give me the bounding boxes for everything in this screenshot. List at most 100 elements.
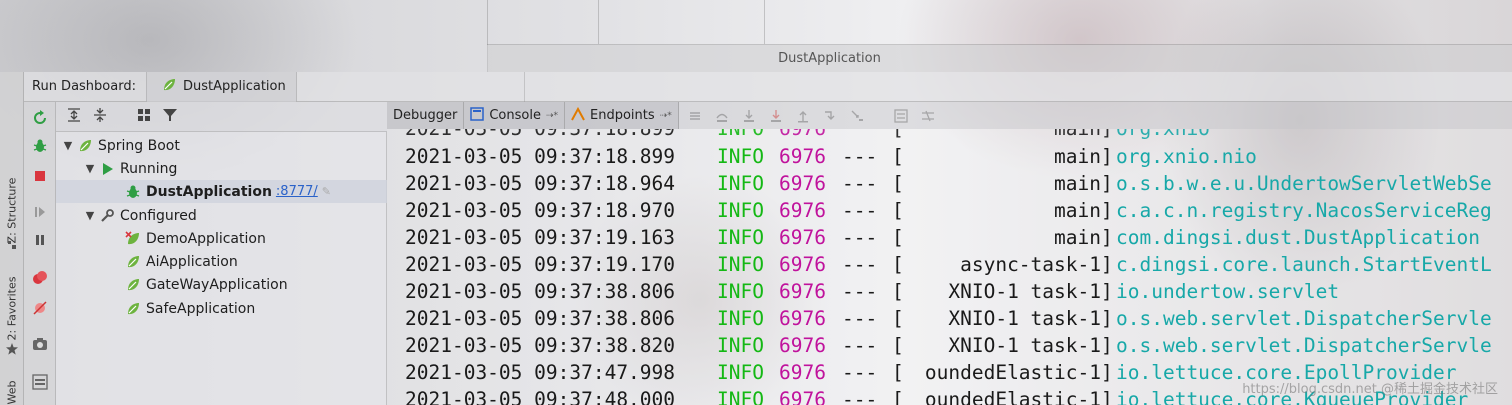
tree-node-safe-application[interactable]: SafeApplication (56, 297, 387, 320)
run-to-cursor-icon[interactable] (849, 108, 865, 124)
log-time: 2021-03-05 09:37:47.998 (405, 361, 676, 384)
log-time: 2021-03-05 09:37:38.806 (405, 307, 676, 330)
log-pid: 6976 (779, 253, 826, 276)
force-step-into-icon[interactable] (768, 108, 784, 124)
tab-favorites[interactable]: 2: Favorites (0, 268, 24, 348)
log-level: INFO (717, 334, 764, 357)
expand-all-icon[interactable] (66, 107, 82, 127)
tab-web[interactable]: Web (0, 372, 24, 405)
tree-node-configured[interactable]: ▼ Configured (56, 204, 387, 227)
step-into-icon[interactable] (741, 108, 757, 124)
rerun-icon[interactable] (30, 108, 50, 128)
log-bracket-open: [ (892, 307, 904, 330)
log-time: 2021-03-05 09:37:38.806 (405, 280, 676, 303)
pause-icon[interactable] (30, 230, 50, 250)
console-output[interactable]: 2021-03-05 09:37:18.899 INFO 6976 [ main… (387, 129, 1512, 405)
log-logger: io.undertow.servlet (1116, 280, 1340, 303)
collapse-all-icon[interactable] (92, 107, 108, 127)
log-bracket-open: [ (892, 334, 904, 357)
pin-icon[interactable]: ⇢* (546, 111, 558, 121)
watermark: https://blog.csdn.net @稀土掘金技术社区 (1242, 382, 1498, 397)
log-logger: org.xnio (1116, 129, 1210, 142)
log-time: 2021-03-05 09:37:48.000 (405, 388, 676, 405)
log-bracket-close: ] (1101, 388, 1113, 405)
structure-icon (0, 238, 24, 252)
log-pid: 6976 (779, 307, 826, 330)
tree-node-label: Running (120, 160, 178, 177)
tab-endpoints[interactable]: Endpoints ⇢* (565, 102, 679, 129)
log-pid: 6976 (779, 334, 826, 357)
tab-structure-label: Z: Structure (5, 177, 19, 243)
log-level: INFO (717, 361, 764, 384)
log-pid: 6976 (779, 172, 826, 195)
console-icon (470, 106, 485, 125)
log-thread: async-task-1 (960, 253, 1101, 276)
debug-icon[interactable] (30, 136, 50, 156)
log-separator: --- (842, 280, 878, 303)
log-time: 2021-03-05 09:37:18.899 (405, 145, 676, 168)
log-logger: c.a.c.n.registry.NacosServiceReg (1116, 199, 1492, 222)
console-tab-bar: Debugger Console ⇢* Endpoints ⇢* (387, 102, 1512, 129)
log-logger: o.s.web.servlet.DispatcherServle (1116, 334, 1492, 357)
tab-debugger-label: Debugger (393, 108, 458, 123)
tree-node-label: DustApplication (146, 183, 272, 200)
tree-node-running[interactable]: ▼ Running (56, 157, 387, 180)
layout-icon[interactable] (30, 372, 50, 392)
run-dashboard-tab[interactable]: DustApplication (145, 71, 297, 102)
spring-app-icon (124, 300, 142, 318)
tree-node-label: SafeApplication (146, 300, 256, 317)
log-bracket-open: [ (892, 226, 904, 249)
log-level: INFO (717, 307, 764, 330)
tree-node-gateway-application[interactable]: GateWayApplication (56, 273, 387, 296)
log-level: INFO (717, 388, 764, 405)
chevron-down-icon[interactable]: ▼ (82, 209, 98, 222)
log-pid: 6976 (779, 361, 826, 384)
log-level: INFO (717, 280, 764, 303)
log-bracket-close: ] (1101, 334, 1113, 357)
tree-node-dust-application[interactable]: DustApplication :8777/ ✎ (56, 180, 387, 203)
log-bracket-open: [ (892, 172, 904, 195)
log-bracket-close: ] (1101, 361, 1113, 384)
tree-node-demo-application[interactable]: DemoApplication (56, 227, 387, 250)
star-icon (0, 342, 24, 356)
log-bracket-open: [ (892, 129, 904, 142)
log-separator: --- (842, 253, 878, 276)
tree-node-spring-boot[interactable]: ▼ Spring Boot (56, 134, 387, 157)
log-separator: --- (842, 361, 878, 384)
step-over-icon[interactable] (714, 108, 730, 124)
log-logger: o.s.b.w.e.u.UndertowServletWebSe (1116, 172, 1492, 195)
tree-node-ai-application[interactable]: AiApplication (56, 250, 387, 273)
log-time: 2021-03-05 09:37:18.964 (405, 172, 676, 195)
drop-frame-icon[interactable] (822, 108, 838, 124)
chevron-down-icon[interactable]: ▼ (60, 139, 76, 152)
filter-icon[interactable] (162, 107, 178, 127)
stop-icon[interactable] (30, 166, 50, 186)
evaluate-icon[interactable] (893, 108, 909, 124)
mute-breakpoints-icon[interactable] (30, 298, 50, 318)
port-link[interactable]: :8777/ (276, 184, 318, 199)
tree-node-label: DemoApplication (146, 230, 266, 247)
log-level: INFO (717, 253, 764, 276)
chevron-down-icon[interactable]: ▼ (82, 162, 98, 175)
step-out-icon[interactable] (795, 108, 811, 124)
log-level: INFO (717, 199, 764, 222)
log-separator: --- (842, 199, 878, 222)
pin-icon[interactable]: ⇢* (660, 111, 672, 121)
run-icon (98, 160, 116, 178)
log-bracket-open: [ (892, 253, 904, 276)
resume-icon[interactable] (30, 202, 50, 222)
camera-icon[interactable] (30, 334, 50, 354)
log-thread: XNIO-1 task-1 (948, 307, 1101, 330)
tab-console[interactable]: Console ⇢* (464, 102, 566, 129)
menu-icon[interactable] (687, 108, 703, 124)
debugger-step-actions (687, 108, 936, 124)
tab-debugger[interactable]: Debugger (387, 102, 465, 129)
log-thread: XNIO-1 task-1 (948, 280, 1101, 303)
view-breakpoints-icon[interactable] (30, 268, 50, 288)
tree-node-label: GateWayApplication (146, 276, 288, 293)
spring-app-icon (124, 253, 142, 271)
log-pid: 6976 (779, 280, 826, 303)
log-bracket-close: ] (1101, 129, 1113, 142)
trace-icon[interactable] (920, 108, 936, 124)
group-by-icon[interactable] (136, 107, 152, 127)
